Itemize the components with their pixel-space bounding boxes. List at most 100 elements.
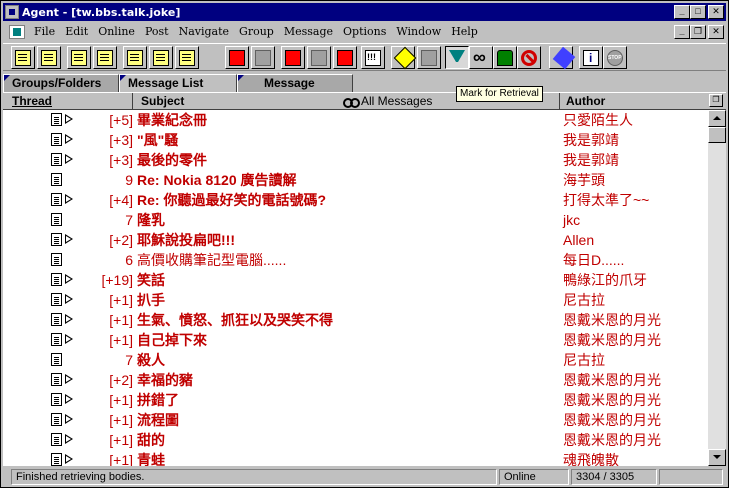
list-item[interactable]: [+3] 最後的零件 我是郭靖 <box>3 150 708 170</box>
filter-selector[interactable]: All Messages <box>343 93 432 110</box>
list-item[interactable]: [+2] 幸福的豬 恩戴米恩的月光 <box>3 370 708 390</box>
thread-expand-icon[interactable] <box>65 134 73 144</box>
list-item[interactable]: [+1] 扒手 尼古拉 <box>3 290 708 310</box>
new-folder-button[interactable] <box>149 46 173 69</box>
list-item[interactable]: 7 隆乳 jkc <box>3 210 708 230</box>
menu-message[interactable]: Message <box>279 23 338 41</box>
menu-file[interactable]: File <box>29 23 60 41</box>
retrieve-icon <box>449 49 465 66</box>
tab-message-list[interactable]: Message List <box>119 74 237 92</box>
reply-button[interactable] <box>123 46 147 69</box>
thread-expand-icon[interactable] <box>65 374 73 384</box>
message-count: 3304 / 3305 <box>571 469 657 485</box>
thread-expand-icon[interactable] <box>65 394 73 404</box>
app-window: Agent - [tw.bbs.talk.joke] _ □ ✕ File Ed… <box>0 0 729 488</box>
reply-email-button[interactable] <box>175 46 199 69</box>
minimize-button[interactable]: _ <box>674 5 690 19</box>
list-item[interactable]: [+19] 笑話 鴨綠江的爪牙 <box>3 270 708 290</box>
list-item[interactable]: 6 高價收購筆記型電腦...... 每日D...... <box>3 250 708 270</box>
new-message-button[interactable] <box>93 46 117 69</box>
select-button[interactable] <box>67 46 91 69</box>
ignore-button[interactable] <box>517 46 541 69</box>
menu-post[interactable]: Post <box>140 23 174 41</box>
message-author: 恩戴米恩的月光 <box>563 332 661 348</box>
doc-minimize-button[interactable]: _ <box>674 25 690 39</box>
message-subject: 高價收購筆記型電腦...... <box>137 252 287 268</box>
retrieve-button[interactable] <box>445 46 469 69</box>
list-item[interactable]: 9 Re: Nokia 8120 廣告讀解 海芋頭 <box>3 170 708 190</box>
menu-edit[interactable]: Edit <box>60 23 93 41</box>
column-thread[interactable]: Thread <box>3 93 133 110</box>
compose-button[interactable] <box>37 46 61 69</box>
thread-expand-icon[interactable] <box>65 414 73 424</box>
copy-button[interactable] <box>307 46 331 69</box>
tab-message[interactable]: Message <box>237 74 353 92</box>
thread-count: [+1] <box>109 292 133 308</box>
mark-read-icon <box>393 46 416 69</box>
message-author: 我是郭靖 <box>563 132 619 148</box>
scroll-down-button[interactable] <box>708 449 726 466</box>
stop-button[interactable] <box>603 46 627 69</box>
maximize-button[interactable]: □ <box>690 5 706 19</box>
send-button[interactable] <box>333 46 357 69</box>
thread-expand-icon[interactable] <box>65 434 73 444</box>
column-author[interactable]: Author <box>560 93 705 110</box>
message-subject: 耶穌說投扁吧!!! <box>137 232 235 248</box>
status-message: Finished retrieving bodies. <box>11 469 497 485</box>
info-button[interactable] <box>579 46 603 69</box>
thread-expand-icon[interactable] <box>65 454 73 464</box>
vertical-scrollbar[interactable] <box>708 110 726 466</box>
menu-navigate[interactable]: Navigate <box>174 23 234 41</box>
mark-gray-button[interactable] <box>251 46 275 69</box>
mark-read-button[interactable] <box>391 46 416 69</box>
forward-button[interactable] <box>281 46 305 69</box>
flag-button[interactable] <box>417 46 441 69</box>
list-item[interactable]: [+1] 流程圖 恩戴米恩的月光 <box>3 410 708 430</box>
menu-options[interactable]: Options <box>338 23 391 41</box>
thread-expand-icon[interactable] <box>65 334 73 344</box>
edit-button[interactable] <box>549 46 576 69</box>
scroll-thumb[interactable] <box>708 127 726 143</box>
list-item[interactable]: [+1] 生氣、憤怒、抓狂以及哭笑不得 恩戴米恩的月光 <box>3 310 708 330</box>
document-icon[interactable] <box>9 25 25 39</box>
list-item[interactable]: [+5] 畢業紀念冊 只愛陌生人 <box>3 110 708 130</box>
menu-help[interactable]: Help <box>446 23 483 41</box>
important-button[interactable] <box>361 46 385 69</box>
thread-expand-icon[interactable] <box>65 274 73 284</box>
close-button[interactable]: ✕ <box>708 5 724 19</box>
thread-expand-icon[interactable] <box>65 234 73 244</box>
thread-expand-icon[interactable] <box>65 194 73 204</box>
thread-expand-icon[interactable] <box>65 314 73 324</box>
column-subject-label: Subject <box>141 94 185 108</box>
column-config-button[interactable]: ❐ <box>709 94 723 107</box>
groups-button[interactable] <box>11 46 35 69</box>
list-item[interactable]: [+1] 拼錯了 恩戴米恩的月光 <box>3 390 708 410</box>
doc-restore-button[interactable]: ❐ <box>690 25 706 39</box>
list-item[interactable]: [+2] 耶穌說投扁吧!!! Allen <box>3 230 708 250</box>
title-bar[interactable]: Agent - [tw.bbs.talk.joke] _ □ ✕ <box>3 3 726 21</box>
menu-window[interactable]: Window <box>391 23 446 41</box>
tab-groups-folders[interactable]: Groups/Folders <box>3 74 119 92</box>
menu-online[interactable]: Online <box>93 23 140 41</box>
thread-count: [+19] <box>101 272 133 288</box>
message-icon <box>51 233 62 246</box>
lock-button[interactable] <box>493 46 517 69</box>
list-item[interactable]: 7 殺人 尼古拉 <box>3 350 708 370</box>
thread-expand-icon[interactable] <box>65 294 73 304</box>
watch-button[interactable] <box>469 46 493 69</box>
mark-red-button[interactable] <box>225 46 249 69</box>
list-item[interactable]: [+1] 自己掉下來 恩戴米恩的月光 <box>3 330 708 350</box>
message-list[interactable]: [+5] 畢業紀念冊 只愛陌生人 [+3] "風"騷 我是郭靖 [+3] 最後的零件 我是郭靖 9… <box>3 110 708 466</box>
list-item[interactable]: [+4] Re: 你聽過最好笑的電話號碼? 打得太準了~~ <box>3 190 708 210</box>
scroll-up-button[interactable] <box>708 110 726 127</box>
list-item[interactable]: [+1] 甜的 恩戴米恩的月光 <box>3 430 708 450</box>
list-item[interactable]: [+1] 青蛙 魂飛魄散 <box>3 450 708 466</box>
thread-count: [+1] <box>109 392 133 408</box>
thread-expand-icon[interactable] <box>65 114 73 124</box>
list-item[interactable]: [+3] "風"騷 我是郭靖 <box>3 130 708 150</box>
message-icon <box>51 453 62 466</box>
menu-group[interactable]: Group <box>234 23 279 41</box>
app-icon[interactable] <box>5 5 19 19</box>
doc-close-button[interactable]: ✕ <box>708 25 724 39</box>
thread-expand-icon[interactable] <box>65 154 73 164</box>
